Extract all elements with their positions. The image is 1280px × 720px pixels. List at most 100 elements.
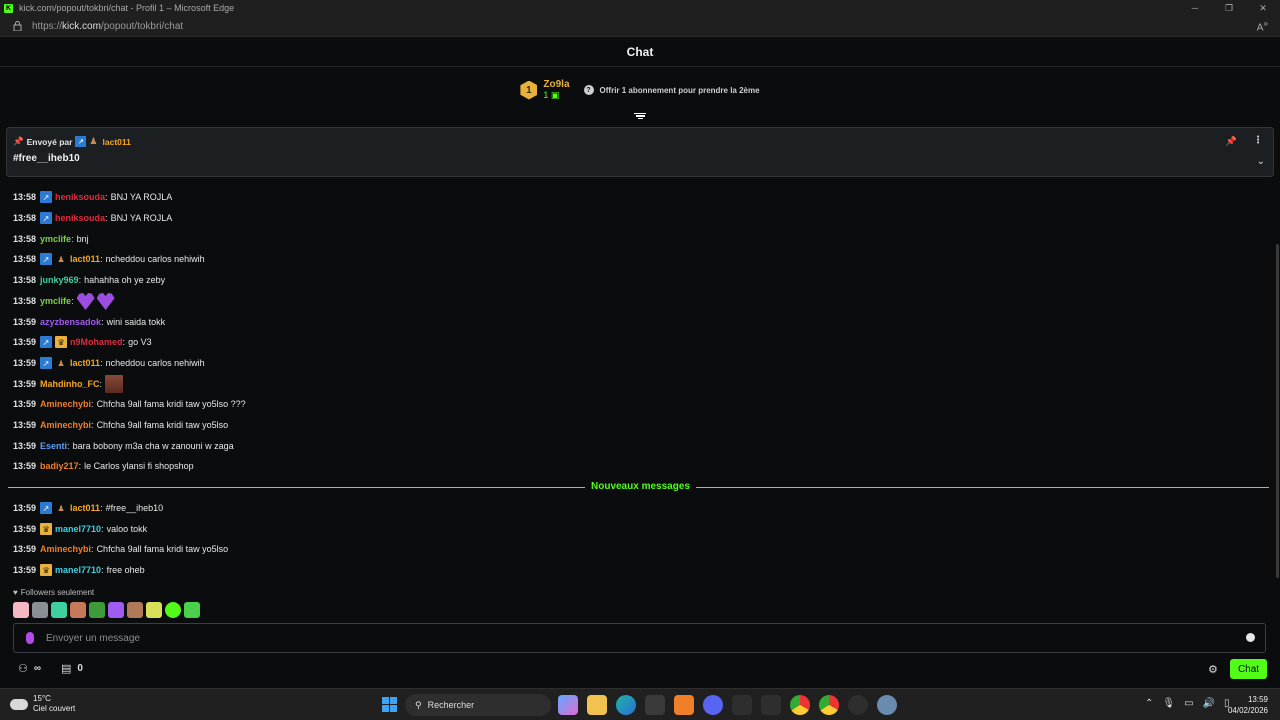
message-username[interactable]: badiy217 [40,461,79,471]
message-timestamp: 13:58 [13,213,37,223]
message-input[interactable] [46,629,1226,647]
message-username[interactable]: manel7710 [55,565,101,575]
chevron-down-icon[interactable]: ⌄ [1257,156,1265,167]
volume-icon[interactable]: 🔊 [1203,698,1215,709]
message-text: valoo tokk [106,524,148,534]
chat-message: 13:58 ymclife: [13,292,117,310]
app-game-icon[interactable] [732,695,752,715]
pinned-sender: 📌 Envoyé par ↗ ♟ lact011 [13,136,131,147]
address-bar[interactable]: https://kick.com/popout/tokbri/chat A» [0,16,1280,37]
minimize-icon[interactable]: ─ [1178,0,1212,16]
heart-emote[interactable] [96,292,115,310]
message-username[interactable]: Aminechybi [40,420,91,430]
start-button-icon[interactable] [382,697,397,712]
gear-icon[interactable]: ⚙ [1208,663,1218,676]
followers-only-label: Followers seulement [20,588,95,597]
image-emote[interactable] [105,375,124,393]
send-chat-button[interactable]: Chat [1230,659,1267,679]
collapse-leaderboard-icon[interactable] [633,110,647,122]
chat-messages[interactable]: 13:58 ↗ heniksouda: BNJ YA ROJLA 13:58 ↗ henik… [0,178,1276,582]
emote-item[interactable] [127,602,143,618]
openai-icon[interactable] [848,695,868,715]
system-tray: ⌃ 🎙 ▭ 🔊 ▯ [1145,698,1230,709]
restore-icon[interactable]: ❐ [1212,0,1246,16]
microphone-icon[interactable] [26,632,34,644]
emote-item[interactable] [184,602,200,618]
message-username[interactable]: Mahdinho_FC [40,379,100,389]
message-username[interactable]: ymclife [40,296,71,306]
chevron-up-icon[interactable]: ⌃ [1145,698,1153,709]
people-icon[interactable]: ⚇ [18,662,28,675]
settings-icon[interactable] [877,695,897,715]
capcut-icon[interactable] [761,695,781,715]
message-username[interactable]: Aminechybi [40,399,91,409]
chat-message: 13:59 ♛ manel7710: valoo tokk [13,521,147,537]
message-username[interactable]: lact011 [70,503,100,513]
message-username[interactable]: Esenti [40,441,67,451]
message-username[interactable]: n9Mohamed [70,337,123,347]
infinity-value: ∞ [33,663,42,674]
taskbar-search[interactable]: ⚲ Rechercher [405,694,551,716]
message-username[interactable]: azyzbensadok [40,317,101,327]
emote-item[interactable] [108,602,124,618]
message-username[interactable]: lact011 [70,254,100,264]
close-icon[interactable]: ✕ [1246,0,1280,16]
emote-item[interactable] [165,602,181,618]
gift-offer-link[interactable]: Offrir 1 abonnement pour prendre la 2ème [600,86,760,95]
message-timestamp: 13:58 [13,234,37,244]
arrow-badge-icon: ↗ [40,336,53,348]
message-username[interactable]: heniksouda [55,213,105,223]
message-username[interactable]: heniksouda [55,192,105,202]
emote-item[interactable] [146,602,162,618]
pinned-username[interactable]: lact011 [103,137,131,147]
store-icon[interactable]: ▤ [61,662,71,675]
page-title: Chat [626,44,654,59]
chrome-icon[interactable] [790,695,810,715]
unpin-icon[interactable]: 📌 [1226,136,1237,147]
edge-icon[interactable] [616,695,636,715]
message-username[interactable]: Aminechybi [40,544,91,554]
pinned-text: #free__iheb10 [13,153,80,164]
message-text: wini saida tokk [106,317,166,327]
message-username[interactable]: manel7710 [55,524,101,534]
emote-item[interactable] [32,602,48,618]
message-username[interactable]: ymclife [40,234,71,244]
message-separator: : [91,544,94,554]
emote-item[interactable] [51,602,67,618]
system-clock[interactable]: 13:59 04/02/2026 [1226,694,1268,716]
chrome-profile-icon[interactable] [819,695,839,715]
top-gifter[interactable]: Zo9la 1 ▣ [543,79,569,101]
discord-icon[interactable] [703,695,723,715]
emoji-picker-icon[interactable] [1246,633,1255,642]
chat-message: 13:59 Aminechybi: Chfcha 9all fama kridi t… [13,541,228,557]
message-text: Chfcha 9all fama kridi taw yo5lso [96,544,229,554]
app-orange-icon[interactable] [674,695,694,715]
chat-message: 13:59 ↗ ♟ lact011: #free__iheb10 [13,500,163,516]
chat-scrollbar[interactable] [1276,244,1279,578]
message-username[interactable]: junky969 [40,275,79,285]
display-icon[interactable]: ▭ [1184,698,1193,709]
top-gifter-name[interactable]: Zo9la [543,79,569,90]
url-text[interactable]: https://kick.com/popout/tokbri/chat [32,21,183,32]
lock-icon[interactable] [12,21,22,31]
message-text: ncheddou carlos nehiwih [105,254,205,264]
message-timestamp: 13:59 [13,399,37,409]
chat-message: 13:59 Aminechybi: Chfcha 9all fama kridi t… [13,396,246,412]
more-options-icon[interactable]: ⋮ [1253,135,1263,146]
message-separator: : [71,234,74,244]
heart-emote[interactable] [76,292,95,310]
store-app-icon[interactable] [645,695,665,715]
message-timestamp: 13:58 [13,275,37,285]
chat-message: 13:59 Mahdinho_FC: [13,375,125,393]
emote-item[interactable] [13,602,29,618]
file-explorer-icon[interactable] [587,695,607,715]
copilot-icon[interactable] [558,695,578,715]
read-aloud-icon[interactable]: A» [1257,18,1268,33]
emote-item[interactable] [70,602,86,618]
emote-item[interactable] [89,602,105,618]
message-separator: : [100,254,103,264]
weather-widget[interactable]: 15°C Ciel couvert [10,694,75,714]
message-separator: : [67,441,70,451]
message-username[interactable]: lact011 [70,358,100,368]
microphone-tray-icon[interactable]: 🎙 [1162,698,1175,709]
